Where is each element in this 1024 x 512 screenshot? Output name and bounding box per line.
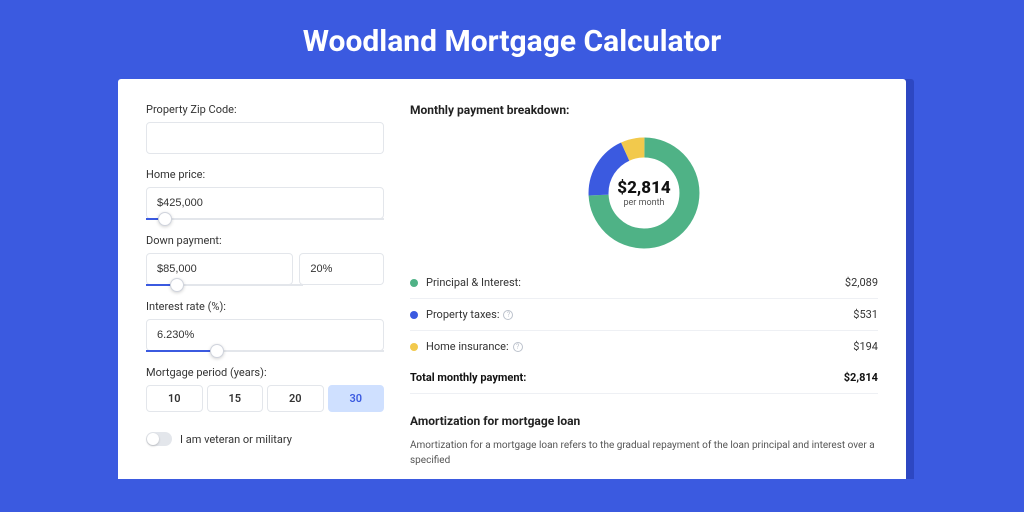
calculator-card: Property Zip Code: Home price: Down paym…: [118, 79, 906, 479]
legend-row-0: Principal & Interest:$2,089: [410, 267, 878, 299]
input-panel: Property Zip Code: Home price: Down paym…: [146, 103, 384, 479]
legend: Principal & Interest:$2,089Property taxe…: [410, 267, 878, 362]
donut-chart: $2,814 per month: [584, 133, 704, 253]
mortgage-period-option-10[interactable]: 10: [146, 385, 203, 412]
mortgage-period-option-20[interactable]: 20: [267, 385, 324, 412]
legend-label: Principal & Interest:: [426, 276, 845, 289]
interest-rate-label: Interest rate (%):: [146, 300, 384, 313]
interest-rate-input[interactable]: [146, 319, 384, 351]
down-payment-field-group: Down payment:: [146, 234, 384, 286]
donut-center: $2,814 per month: [617, 178, 670, 208]
home-price-slider-thumb[interactable]: [158, 212, 172, 226]
amortization-title: Amortization for mortgage loan: [410, 414, 878, 428]
legend-value: $531: [853, 308, 878, 321]
zip-input[interactable]: [146, 122, 384, 154]
down-payment-slider-thumb[interactable]: [170, 278, 184, 292]
interest-rate-field-group: Interest rate (%):: [146, 300, 384, 352]
donut-amount: $2,814: [617, 178, 670, 198]
help-icon[interactable]: ?: [513, 342, 523, 352]
mortgage-period-options: 10152030: [146, 385, 384, 412]
down-payment-amount-input[interactable]: [146, 253, 293, 285]
amortization-body: Amortization for a mortgage loan refers …: [410, 438, 878, 468]
legend-dot: [410, 343, 418, 351]
interest-rate-slider[interactable]: [146, 350, 384, 352]
legend-value: $2,089: [845, 276, 878, 289]
results-panel: Monthly payment breakdown: $2,814 per mo…: [410, 103, 878, 479]
mortgage-period-option-15[interactable]: 15: [207, 385, 264, 412]
legend-total-value: $2,814: [844, 371, 878, 384]
help-icon[interactable]: ?: [503, 310, 513, 320]
home-price-input[interactable]: [146, 187, 384, 219]
legend-total-label: Total monthly payment:: [410, 371, 844, 384]
interest-rate-slider-fill: [146, 350, 217, 352]
legend-label: Property taxes:?: [426, 308, 853, 321]
legend-label: Home insurance:?: [426, 340, 853, 353]
mortgage-period-field-group: Mortgage period (years): 10152030: [146, 366, 384, 412]
breakdown-title: Monthly payment breakdown:: [410, 103, 878, 117]
mortgage-period-label: Mortgage period (years):: [146, 366, 384, 379]
legend-dot: [410, 279, 418, 287]
down-payment-label: Down payment:: [146, 234, 384, 247]
legend-row-2: Home insurance:?$194: [410, 331, 878, 362]
down-payment-slider[interactable]: [146, 284, 303, 286]
legend-dot: [410, 311, 418, 319]
veteran-toggle-knob: [147, 433, 159, 445]
home-price-slider[interactable]: [146, 218, 384, 220]
donut-chart-wrap: $2,814 per month: [410, 127, 878, 267]
amortization-section: Amortization for mortgage loan Amortizat…: [410, 414, 878, 468]
veteran-toggle[interactable]: [146, 432, 172, 446]
interest-rate-slider-thumb[interactable]: [210, 344, 224, 358]
home-price-label: Home price:: [146, 168, 384, 181]
legend-row-1: Property taxes:?$531: [410, 299, 878, 331]
legend-total-row: Total monthly payment: $2,814: [410, 362, 878, 394]
mortgage-period-option-30[interactable]: 30: [328, 385, 385, 412]
veteran-toggle-label: I am veteran or military: [180, 433, 292, 446]
home-price-field-group: Home price:: [146, 168, 384, 220]
page-title: Woodland Mortgage Calculator: [0, 0, 1024, 79]
donut-sub: per month: [617, 198, 670, 208]
legend-value: $194: [853, 340, 878, 353]
down-payment-percent-input[interactable]: [299, 253, 384, 285]
zip-field-group: Property Zip Code:: [146, 103, 384, 154]
zip-label: Property Zip Code:: [146, 103, 384, 116]
veteran-toggle-row: I am veteran or military: [146, 432, 384, 446]
